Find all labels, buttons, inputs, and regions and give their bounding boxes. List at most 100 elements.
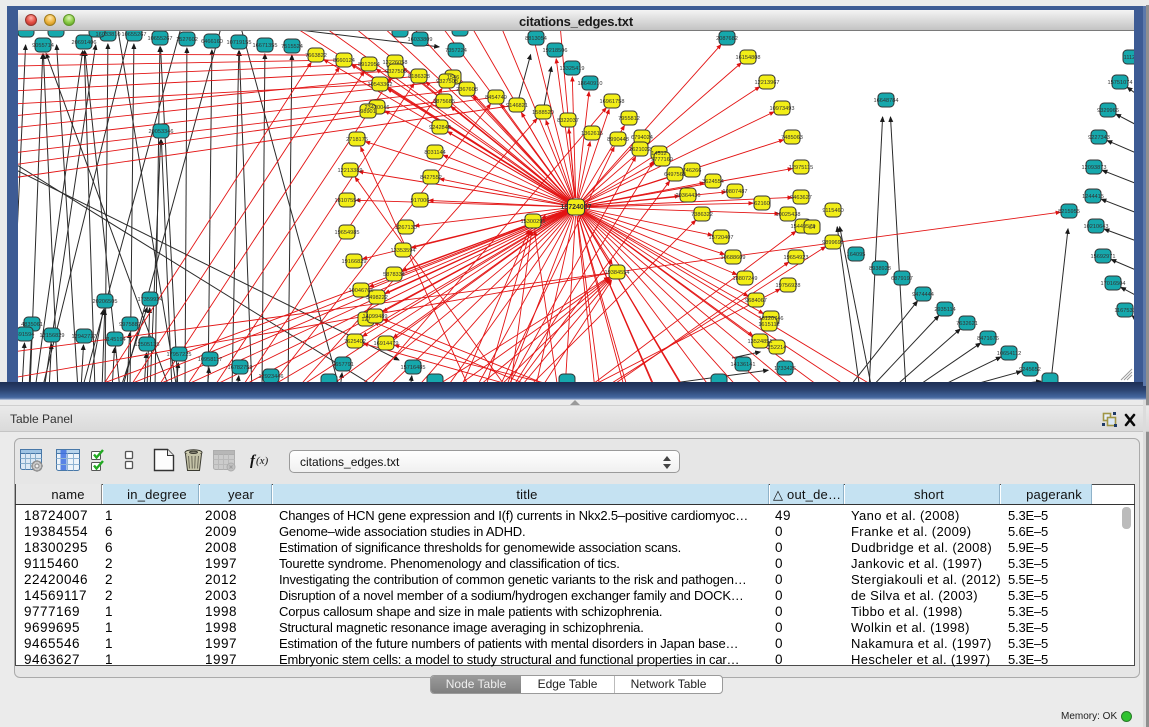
svg-text:8660124: 8660124 [333,58,355,64]
svg-text:10210643: 10210643 [1084,224,1109,230]
svg-text:16154808: 16154808 [736,55,761,61]
svg-text:8912954: 8912954 [358,62,380,68]
svg-text:13353594: 13353594 [391,248,416,254]
svg-text:10973493: 10973493 [770,106,795,112]
svg-text:12942737: 12942737 [72,334,97,340]
svg-text:7485063: 7485063 [781,135,803,141]
svg-text:19654923: 19654923 [784,255,809,261]
svg-text:2718176: 2718176 [346,137,368,143]
svg-text:8427552: 8427552 [420,175,442,181]
svg-text:11125: 11125 [1124,55,1134,61]
svg-text:2367608: 2367608 [456,87,478,93]
svg-text:8813054: 8813054 [525,36,547,42]
svg-text:3624554: 3624554 [702,179,724,185]
svg-text:10688609: 10688609 [721,255,746,261]
svg-text:12093873: 12093873 [1082,165,1107,171]
svg-text:8938928: 8938928 [869,266,891,272]
svg-text:9227343: 9227343 [1088,135,1110,141]
svg-text:8215955: 8215955 [1058,209,1080,215]
svg-text:19384554: 19384554 [605,270,630,276]
svg-text:9115460: 9115460 [822,208,843,214]
svg-text:12975115: 12975115 [789,165,813,171]
svg-text:4835061: 4835061 [21,322,43,328]
svg-text:20364436: 20364436 [676,193,701,199]
svg-text:2935114: 2935114 [934,307,955,313]
svg-text:12156829: 12156829 [40,333,65,339]
svg-text:9777169: 9777169 [651,157,673,163]
svg-text:917006: 917006 [411,198,430,204]
svg-text:64: 64 [809,225,815,231]
svg-text:10025438: 10025438 [776,212,801,218]
svg-text:10046766: 10046766 [349,288,374,294]
svg-text:10958117: 10958117 [198,357,222,363]
svg-text:9055714: 9055714 [32,43,54,49]
svg-text:18724007: 18724007 [560,204,591,211]
svg-text:9146821: 9146821 [506,103,528,109]
svg-text:12213967: 12213967 [755,80,780,86]
svg-text:(x): (x) [256,455,269,467]
svg-text:6794024: 6794024 [631,135,653,141]
svg-text:16961758: 16961758 [600,99,625,105]
svg-text:7955812: 7955812 [618,116,640,122]
svg-text:7386322: 7386322 [691,212,713,218]
svg-text:164095: 164095 [847,252,866,258]
svg-text:10655267: 10655267 [148,36,173,42]
svg-text:1615112: 1615112 [758,322,779,328]
svg-text:16782759: 16782759 [228,365,253,371]
svg-text:14136141: 14136141 [731,362,756,368]
svg-text:18640910: 18640910 [578,81,603,87]
svg-text:9684067: 9684067 [745,298,767,304]
svg-text:10543362: 10543362 [368,82,393,88]
svg-text:17359924: 17359924 [138,297,163,303]
svg-text:9245652: 9245652 [1019,367,1041,373]
svg-text:1527602: 1527602 [176,37,198,43]
svg-text:10655267: 10655267 [122,32,147,38]
svg-text:10719155: 10719155 [227,40,252,46]
svg-text:7632621: 7632621 [956,321,978,327]
svg-text:16648784: 16648784 [874,98,899,104]
svg-text:16033810: 16033810 [96,32,121,38]
svg-text:15751074: 15751074 [1108,80,1133,86]
svg-text:8031144: 8031144 [424,150,445,156]
svg-text:1621022: 1621022 [629,147,651,153]
svg-text:9474444: 9474444 [912,292,934,298]
svg-text:15720407: 15720407 [709,235,734,241]
svg-text:18807249: 18807249 [733,276,758,282]
svg-text:1362615: 1362615 [581,131,603,137]
svg-text:1167533: 1167533 [1114,308,1134,314]
svg-text:18107554: 18107554 [335,198,360,204]
svg-text:391594: 391594 [18,332,34,338]
svg-text:14099489: 14099489 [363,314,388,320]
svg-text:15692971: 15692971 [1091,254,1116,260]
svg-text:8471676: 8471676 [977,336,999,342]
svg-text:9327508: 9327508 [436,79,458,85]
svg-text:2087682: 2087682 [716,36,738,42]
svg-text:19166829: 19166829 [342,259,367,265]
svg-text:16033809: 16033809 [408,37,433,43]
svg-text:13226058: 13226058 [383,60,408,66]
svg-text:9327509: 9327509 [385,69,407,75]
svg-text:9657791: 9657791 [332,362,354,368]
svg-text:5878334: 5878334 [383,272,405,278]
svg-text:12923446: 12923446 [259,374,284,380]
svg-text:98901: 98901 [360,109,376,115]
svg-text:1244415: 1244415 [1082,194,1104,200]
svg-text:9242848: 9242848 [429,125,451,131]
svg-text:19756928: 19756928 [776,283,801,289]
svg-text:13325419: 13325419 [560,66,585,72]
svg-text:9975887: 9975887 [119,322,141,328]
svg-text:16671355: 16671355 [253,43,278,49]
svg-text:8186328: 8186328 [408,74,430,80]
svg-text:1733426: 1733426 [774,366,796,372]
svg-text:10654112: 10654112 [997,351,1021,357]
svg-text:3875685: 3875685 [433,99,455,105]
svg-text:7357224: 7357224 [445,48,467,54]
svg-text:9463627: 9463627 [790,195,812,201]
svg-text:12213389: 12213389 [338,168,363,174]
svg-text:20053346: 20053346 [149,129,174,135]
svg-text:1145194: 1145194 [104,337,125,343]
svg-text:252214: 252214 [768,345,787,351]
svg-text:6879197: 6879197 [891,276,913,282]
svg-text:20206505: 20206505 [93,299,118,305]
svg-text:19654985: 19654985 [335,230,360,236]
